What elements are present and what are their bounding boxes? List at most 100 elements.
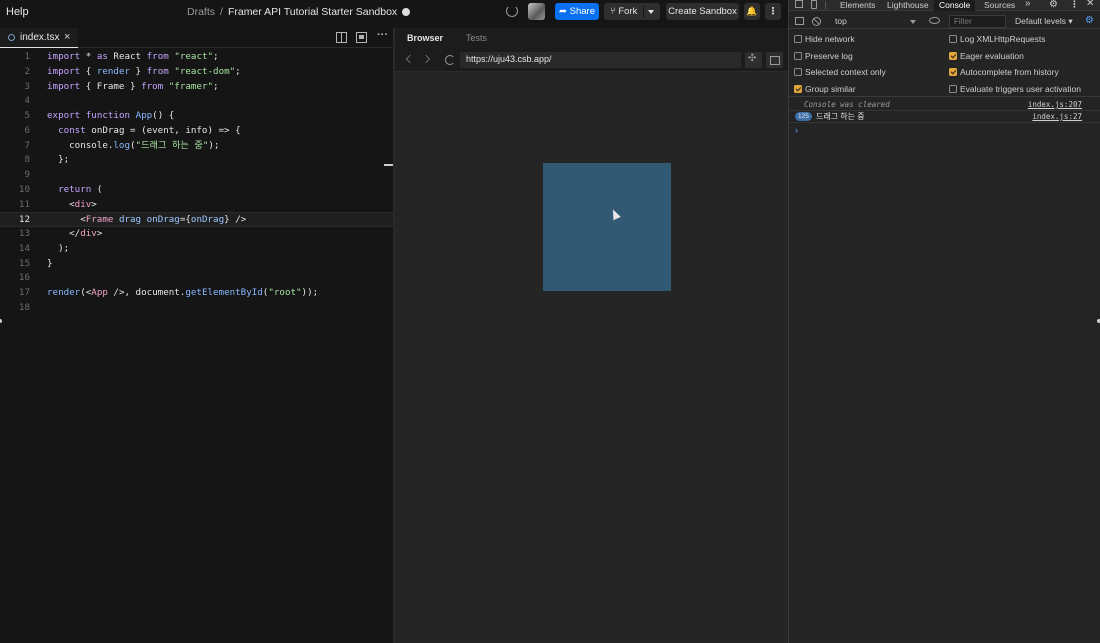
- checkbox[interactable]: [794, 68, 802, 77]
- checkbox[interactable]: [949, 51, 957, 60]
- help-menu[interactable]: Help: [6, 6, 29, 18]
- eye-icon[interactable]: [929, 17, 940, 24]
- line-number: 2: [24, 65, 30, 77]
- refresh-icon[interactable]: [506, 5, 518, 17]
- url-input[interactable]: https://uju43.csb.app/: [460, 52, 741, 68]
- chevron-down-icon: [910, 20, 916, 24]
- editor-more-icon[interactable]: ···: [377, 29, 388, 41]
- devtools-tab-bar: Elements Lighthouse Console Sources » ⚙ …: [789, 0, 1100, 11]
- back-icon[interactable]: [405, 54, 415, 64]
- device-toolbar-icon[interactable]: [811, 0, 817, 9]
- setting-label: Hide network: [805, 34, 855, 44]
- more-tabs-icon[interactable]: »: [1025, 0, 1031, 9]
- tab-lighthouse[interactable]: Lighthouse: [887, 0, 929, 10]
- setting-label: Log XMLHttpRequests: [960, 34, 1046, 44]
- code-line[interactable]: 16: [0, 271, 393, 286]
- reload-icon[interactable]: [445, 55, 455, 65]
- source-link[interactable]: index.js:27: [1032, 111, 1082, 122]
- top-bar: Help Drafts / Framer API Tutorial Starter …: [0, 0, 788, 24]
- tab-tests[interactable]: Tests: [466, 33, 487, 43]
- console-output: Console was cleared index.js:207 125 드래그…: [789, 99, 1100, 135]
- code-line[interactable]: 8 };: [0, 153, 393, 168]
- line-number: 15: [18, 257, 30, 269]
- code-line[interactable]: 14 );: [0, 242, 393, 257]
- split-view-icon[interactable]: [336, 32, 347, 43]
- notifications-button[interactable]: 🔔: [744, 3, 760, 20]
- log-levels-select[interactable]: Default levels ▾: [1015, 16, 1073, 27]
- code-line[interactable]: 15}: [0, 257, 393, 272]
- share-arrow-icon: ➦: [559, 6, 570, 17]
- code-line[interactable]: 4: [0, 94, 393, 109]
- code-text: import { Frame } from "framer";: [47, 80, 219, 92]
- file-type-icon: [8, 34, 15, 41]
- code-line[interactable]: 13 </div>: [0, 227, 393, 242]
- code-text: };: [47, 154, 70, 166]
- code-text: import * as React from "react";: [47, 51, 219, 62]
- avatar[interactable]: [528, 3, 545, 20]
- code-line[interactable]: 9: [0, 168, 393, 183]
- tab-console[interactable]: Console: [934, 0, 976, 11]
- close-icon[interactable]: ✕: [1086, 0, 1094, 9]
- checkbox[interactable]: [794, 51, 802, 60]
- clear-console-icon[interactable]: [812, 17, 821, 26]
- devtools-menu-icon[interactable]: ⋮: [1070, 0, 1079, 10]
- code-line[interactable]: 5 export function App() {: [0, 109, 393, 124]
- open-new-window-icon[interactable]: [766, 52, 783, 68]
- code-text: import { render } from "react-dom";: [47, 65, 241, 77]
- tab-index-tsx[interactable]: index.tsx ×: [0, 28, 78, 48]
- setting-label: Selected context only: [805, 67, 886, 78]
- fork-label: Fork: [618, 6, 638, 17]
- console-settings-icon[interactable]: ⚙: [1085, 15, 1094, 26]
- bell-icon: 🔔: [746, 6, 758, 16]
- chevron-down-icon[interactable]: [648, 10, 654, 14]
- line-number: 7: [24, 139, 30, 151]
- share-button[interactable]: ➦ Share: [555, 3, 599, 20]
- inspect-element-icon[interactable]: [795, 0, 803, 8]
- checkbox[interactable]: [794, 35, 802, 43]
- browser-nav-bar: https://uju43.csb.app/: [395, 48, 788, 72]
- draggable-frame[interactable]: [543, 163, 671, 291]
- checkbox[interactable]: [949, 84, 957, 93]
- breadcrumb-drafts[interactable]: Drafts: [187, 6, 215, 18]
- code-line[interactable]: 7 console.log("드래그 하는 중");: [0, 139, 393, 154]
- open-preview-icon[interactable]: [356, 32, 367, 43]
- tab-browser[interactable]: Browser: [407, 33, 443, 43]
- forward-icon[interactable]: [421, 54, 431, 64]
- code-line[interactable]: 17 render(<App />, document.getElementByI…: [0, 286, 393, 301]
- sidebar-toggle-icon[interactable]: [795, 17, 804, 25]
- line-number: 6: [24, 124, 30, 136]
- more-options-button[interactable]: ⋮: [765, 3, 781, 20]
- checkbox[interactable]: [794, 84, 802, 93]
- tab-sources[interactable]: Sources: [984, 0, 1015, 10]
- tab-elements[interactable]: Elements: [840, 0, 875, 10]
- setting-label: Autocomplete from history: [960, 67, 1059, 78]
- checkbox[interactable]: [949, 68, 957, 77]
- console-settings: Hide network Log XMLHttpRequests Preserve …: [789, 31, 1100, 97]
- code-area[interactable]: 1 import * as React from "react"; 2 import …: [0, 50, 393, 316]
- code-line[interactable]: 18: [0, 301, 393, 316]
- code-line[interactable]: 2 import { render } from "react-dom";: [0, 65, 393, 80]
- fork-button[interactable]: ⑂ Fork: [604, 3, 660, 20]
- devtools-toggle-icon[interactable]: [745, 52, 762, 68]
- code-line[interactable]: 1 import * as React from "react";: [0, 50, 393, 65]
- source-link[interactable]: index.js:207: [1028, 99, 1082, 110]
- code-line[interactable]: 3 import { Frame } from "framer";: [0, 80, 393, 95]
- breadcrumb: Drafts / Framer API Tutorial Starter Sandb…: [187, 6, 411, 18]
- console-prompt[interactable]: ›: [795, 125, 798, 135]
- gear-icon[interactable]: ⚙: [1049, 0, 1058, 10]
- setting-label: Group similar: [805, 83, 856, 94]
- code-line[interactable]: 12 <Frame drag onDrag={onDrag} />: [0, 212, 393, 227]
- create-sandbox-button[interactable]: Create Sandbox: [666, 3, 739, 20]
- context-select[interactable]: top: [832, 15, 919, 28]
- code-line[interactable]: 11 <div>: [0, 198, 393, 213]
- close-icon[interactable]: ×: [64, 31, 70, 43]
- toolbar-separator: [825, 1, 826, 9]
- code-line[interactable]: 6 const onDrag = (event, info) => {: [0, 124, 393, 139]
- code-line[interactable]: 10 return (: [0, 183, 393, 198]
- checkbox[interactable]: [949, 35, 957, 43]
- setting-label: Eager evaluation: [960, 50, 1024, 61]
- setting-label: Evaluate triggers user activation: [960, 83, 1081, 94]
- line-number: 11: [18, 198, 30, 210]
- filter-input[interactable]: Filter: [949, 15, 1006, 28]
- sandbox-title[interactable]: Framer API Tutorial Starter Sandbox: [228, 6, 397, 18]
